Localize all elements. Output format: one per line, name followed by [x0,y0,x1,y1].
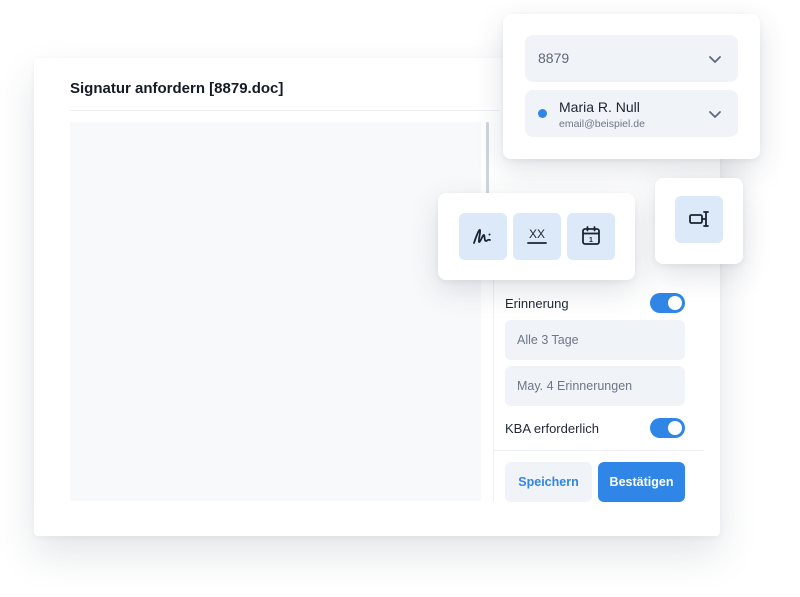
calendar-icon: 1 [582,226,600,245]
field-tools-card: XX 1 [438,193,635,280]
recipient-card: 8879 Maria R. Null email@beispiel.de [503,14,760,159]
toggle-knob [668,296,682,310]
stamp-tool-button[interactable] [675,196,723,243]
document-scrollbar[interactable] [486,122,489,194]
extra-tool-card [655,178,743,264]
reminder-toggle[interactable] [650,293,685,313]
reminder-interval-field[interactable]: Alle 3 Tage [505,320,685,360]
document-select-value: 8879 [538,50,570,66]
chevron-down-icon [709,56,721,63]
actions-divider [494,450,704,451]
reminder-label: Erinnerung [505,296,569,311]
panel-divider [493,280,494,502]
signature-tool-button[interactable] [459,213,507,260]
status-dot [538,109,547,118]
title-divider [70,110,500,111]
signature-icon [473,229,491,244]
toggle-knob [668,421,682,435]
recipient-email: email@beispiel.de [559,118,645,130]
recipient-select[interactable]: Maria R. Null email@beispiel.de [525,90,738,137]
confirm-button[interactable]: Bestätigen [598,462,685,502]
stamp-icon [689,211,709,227]
initials-icon-text: XX [529,227,545,241]
initials-tool-button[interactable]: XX [513,213,561,260]
document-preview[interactable] [70,122,481,501]
initials-icon: XX [527,227,547,244]
date-tool-button[interactable]: 1 [567,213,615,260]
reminder-max-field[interactable]: May. 4 Erinnerungen [505,366,685,406]
calendar-icon-text: 1 [589,237,593,244]
dialog-title: Signatur anfordern [8879.doc] [70,80,284,97]
kba-label: KBA erforderlich [505,421,599,436]
chevron-down-icon [709,111,721,118]
recipient-name: Maria R. Null [559,99,640,115]
save-button[interactable]: Speichern [505,462,592,502]
document-select[interactable]: 8879 [525,35,738,82]
kba-toggle[interactable] [650,418,685,438]
